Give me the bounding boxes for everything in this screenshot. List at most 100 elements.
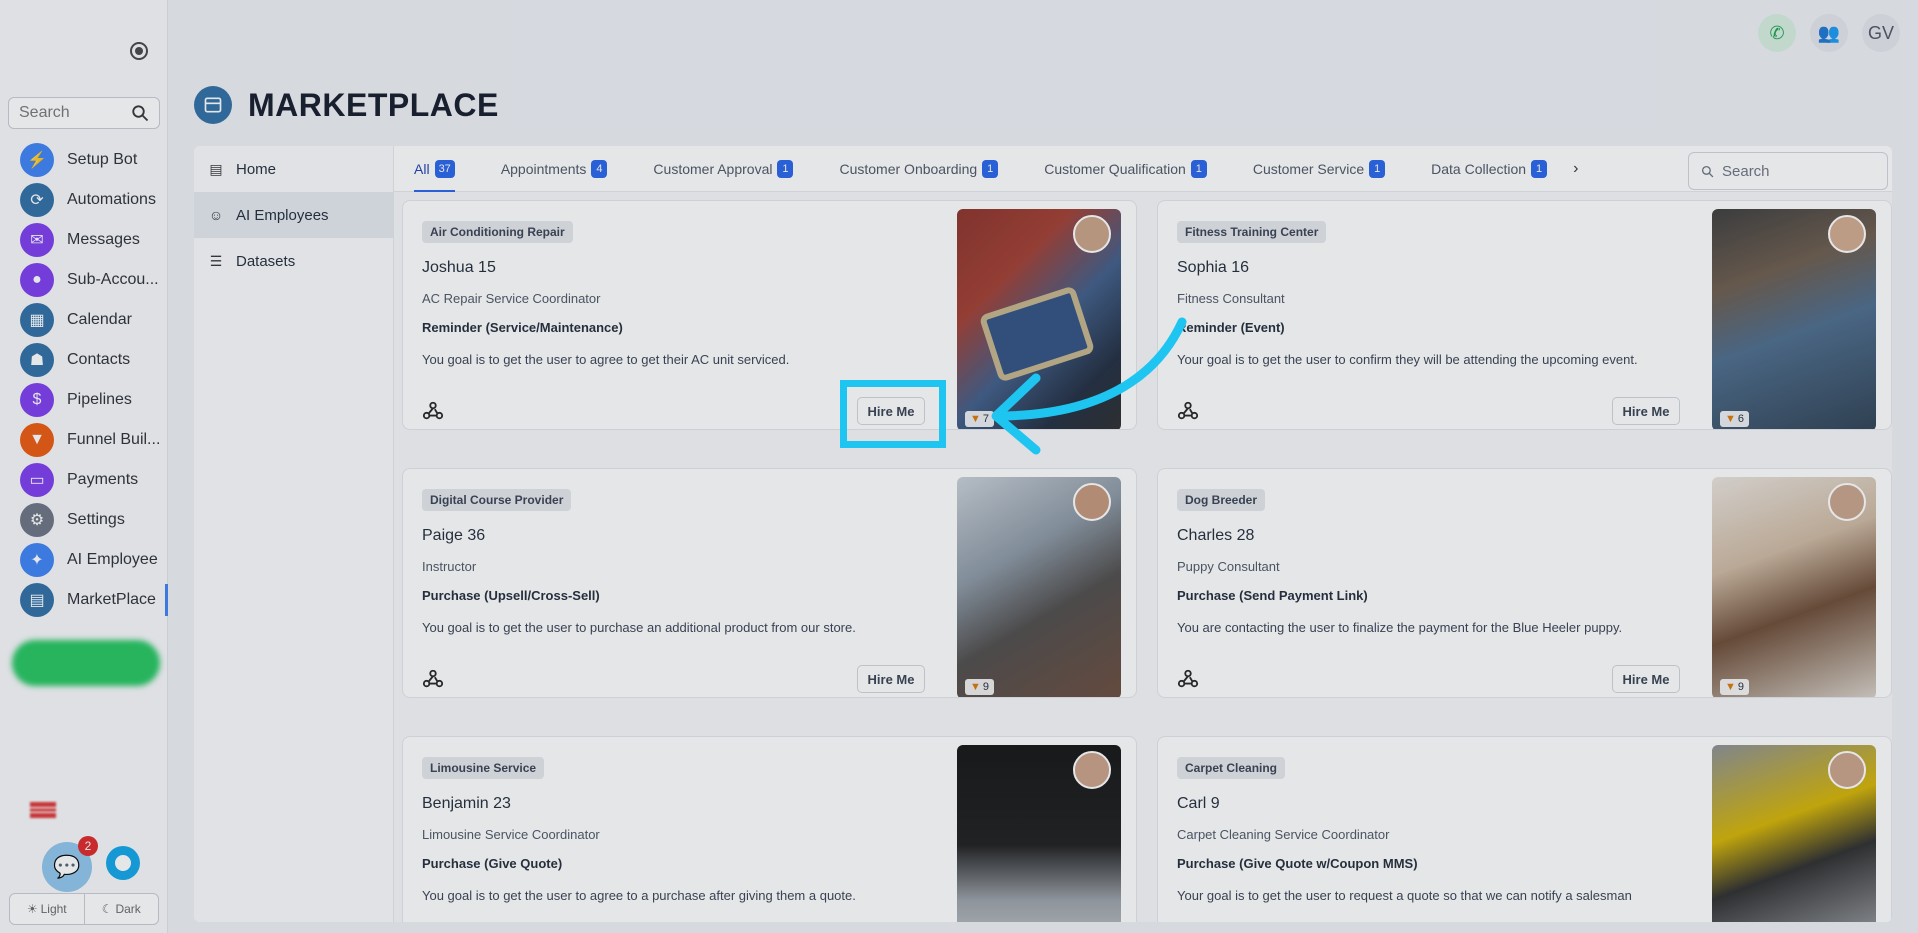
employee-photo [957, 745, 1121, 922]
blurred-upgrade-button[interactable] [12, 640, 160, 686]
sidebar-search[interactable]: Search [8, 97, 160, 129]
rating-badge: ▼ 6 [1720, 411, 1750, 427]
sidebar-item-payments[interactable]: ▭ Payments [0, 460, 168, 500]
flag-icon [30, 802, 56, 818]
chat-badge: 2 [78, 836, 98, 856]
employee-card[interactable]: Fitness Training Center Sophia 16 Fitnes… [1157, 200, 1892, 430]
subnav-ai-employees[interactable]: ☺ AI Employees [194, 192, 393, 238]
tab-count-badge: 1 [982, 159, 999, 178]
store-icon [194, 86, 232, 124]
employee-card[interactable]: Digital Course Provider Paige 36 Instruc… [402, 468, 1137, 698]
face-avatar [1828, 215, 1866, 253]
category-tabs: All 37 Appointments 4 Customer Approval 1 C… [394, 146, 1892, 192]
employee-role: AC Repair Service Coordinator [422, 291, 601, 306]
theme-light-option[interactable]: ☀ Light [10, 894, 85, 924]
employee-role: Carpet Cleaning Service Coordinator [1177, 827, 1390, 842]
rating-value: 9 [1737, 681, 1745, 693]
employee-role: Fitness Consultant [1177, 291, 1285, 306]
tab-customer-approval[interactable]: Customer Approval 1 [653, 146, 794, 192]
card-icon: ▭ [20, 463, 54, 497]
chevron-right-icon[interactable]: › [1573, 160, 1578, 178]
sidebar-item-calendar[interactable]: ▦ Calendar [0, 300, 168, 340]
employee-name: Charles 28 [1177, 527, 1255, 544]
robot-icon: ☺ [208, 207, 224, 223]
sidebar-item-marketplace[interactable]: ▤ MarketPlace [0, 580, 168, 620]
tab-data-collection[interactable]: Data Collection 1 [1431, 146, 1548, 192]
user-icon: ● [20, 263, 54, 297]
moon-icon: ☾ [101, 902, 113, 916]
list-icon: ☰ [209, 252, 223, 269]
hire-me-highlight-box [840, 380, 946, 448]
tab-customer-onboarding[interactable]: Customer Onboarding 1 [839, 146, 999, 192]
store-icon: ▤ [20, 583, 54, 617]
employee-card[interactable]: Limousine Service Benjamin 23 Limousine … [402, 736, 1137, 922]
employee-name: Carl 9 [1177, 795, 1220, 812]
rating-value: 9 [982, 681, 990, 693]
sidebar-item-label: Funnel Buil... [67, 431, 161, 448]
header-actions: ✆ 👥 GV [1758, 14, 1900, 52]
tab-customer-service[interactable]: Customer Service 1 [1253, 146, 1386, 192]
employee-card[interactable]: Air Conditioning Repair Joshua 15 AC Rep… [402, 200, 1137, 430]
tab-appointments[interactable]: Appointments 4 [501, 146, 608, 192]
sidebar-item-setup-bot[interactable]: ⚡ Setup Bot [0, 140, 168, 180]
sidebar-item-pipelines[interactable]: $ Pipelines [0, 380, 168, 420]
category-tag: Limousine Service [422, 757, 545, 779]
rating-badge: ▼ 9 [965, 679, 995, 695]
hire-me-button[interactable]: Hire Me [857, 665, 925, 693]
sidebar-item-label: Messages [67, 231, 140, 248]
subnav-home[interactable]: ▤ Home [194, 146, 393, 192]
goal-text: Your goal is to get the user to confirm … [1177, 352, 1638, 367]
use-case: Purchase (Upsell/Cross-Sell) [422, 588, 600, 603]
tab-search-input[interactable]: Search [1688, 152, 1888, 190]
rating-value: 6 [1737, 413, 1745, 425]
sidebar-search-placeholder: Search [19, 104, 70, 121]
webhook-icon [422, 669, 444, 688]
webhook-icon [422, 401, 444, 420]
subnav-label: AI Employees [236, 206, 329, 224]
employee-name: Joshua 15 [422, 259, 496, 276]
sidebar-item-contacts[interactable]: ☗ Contacts [0, 340, 168, 380]
sidebar-item-messages[interactable]: ✉ Messages [0, 220, 168, 260]
tab-count-badge: 37 [434, 159, 455, 178]
tab-label: Customer Onboarding [839, 160, 978, 177]
sidebar-item-settings[interactable]: ⚙ Settings [0, 500, 168, 540]
page-header: MARKETPLACE [194, 86, 499, 124]
sidebar-item-label: Setup Bot [67, 151, 138, 168]
theme-toggle[interactable]: ☀ Light ☾ Dark [9, 893, 159, 925]
sidebar-item-label: MarketPlace [67, 591, 156, 608]
employee-photo [1712, 477, 1876, 697]
use-case: Purchase (Give Quote w/Coupon MMS) [1177, 856, 1418, 871]
sidebar-item-label: Payments [67, 471, 139, 488]
support-chat-icon[interactable] [106, 846, 140, 880]
tab-count-badge: 4 [591, 159, 608, 178]
theme-dark-option[interactable]: ☾ Dark [85, 894, 159, 924]
subnav-datasets[interactable]: ☰ Datasets [194, 238, 393, 284]
tab-count-badge: 1 [1369, 159, 1386, 178]
users-icon[interactable]: 👥 [1810, 14, 1848, 52]
employee-grid: Air Conditioning Repair Joshua 15 AC Rep… [394, 192, 1892, 922]
tab-label: Customer Qualification [1044, 160, 1186, 177]
face-avatar [1828, 483, 1866, 521]
sidebar-item-funnel-builder[interactable]: ▼ Funnel Buil... [0, 420, 168, 460]
theme-light-label: Light [40, 902, 67, 916]
employee-role: Limousine Service Coordinator [422, 827, 600, 842]
hire-me-button[interactable]: Hire Me [1612, 397, 1680, 425]
tab-customer-qualification[interactable]: Customer Qualification 1 [1044, 146, 1207, 192]
sidebar-item-automations[interactable]: ⟳ Automations [0, 180, 168, 220]
employee-card[interactable]: Dog Breeder Charles 28 Puppy Consultant … [1157, 468, 1892, 698]
sidebar-item-sub-accounts[interactable]: ● Sub-Accou... [0, 260, 168, 300]
sidebar-item-label: Settings [67, 511, 125, 528]
employee-name: Benjamin 23 [422, 795, 511, 812]
record-icon[interactable] [130, 42, 148, 60]
employee-card[interactable]: Carpet Cleaning Carl 9 Carpet Cleaning S… [1157, 736, 1892, 922]
phone-icon[interactable]: ✆ [1758, 14, 1796, 52]
subnav-label: Home [236, 160, 277, 178]
use-case: Purchase (Send Payment Link) [1177, 588, 1368, 603]
avatar[interactable]: GV [1862, 14, 1900, 52]
contacts-icon: ☗ [20, 343, 54, 377]
hire-me-button[interactable]: Hire Me [1612, 665, 1680, 693]
goal-text: You goal is to get the user to purchase … [422, 620, 856, 635]
tab-count-badge: 1 [1190, 159, 1207, 178]
tab-all[interactable]: All 37 [414, 146, 455, 192]
sidebar-item-ai-employee[interactable]: ✦ AI Employee [0, 540, 168, 580]
